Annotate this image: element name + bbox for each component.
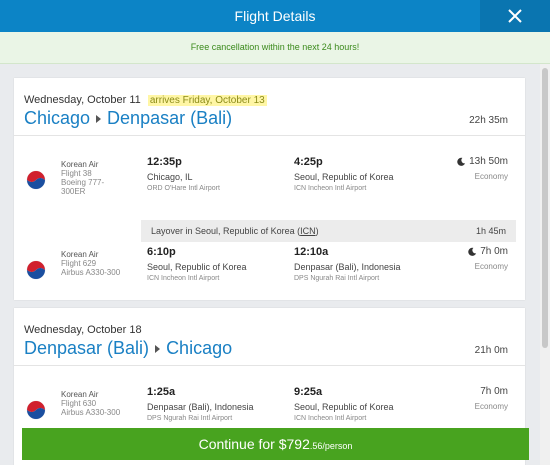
flight-segment: Korean Air Flight 38 Boeing 777-300ER 12…: [14, 150, 525, 210]
departure-info: 1:25a Denpasar (Bali), Indonesia DPS Ngu…: [147, 386, 254, 422]
airline-name: Korean Air: [61, 390, 99, 399]
segment-duration: 7h 0m: [480, 386, 508, 397]
outbound-destination: Denpasar (Bali): [107, 108, 233, 128]
korean-air-logo-icon: [26, 400, 46, 420]
segment-duration-text: 7h 0m: [480, 386, 508, 397]
arrival-city: Seoul, Republic of Korea: [294, 402, 394, 412]
flight-number: Flight 630: [61, 399, 97, 408]
cabin-class: Economy: [474, 262, 508, 271]
return-destination: Chicago: [166, 338, 233, 358]
arrival-airport: ICN Incheon Intl Airport: [294, 185, 367, 192]
segment-duration: 7h 0m: [468, 246, 508, 257]
airline-info: Korean Air Flight 38 Boeing 777-300ER: [61, 160, 119, 196]
continue-price: Continue for $792: [198, 436, 310, 452]
flight-segment: Korean Air Flight 629 Airbus A330-300 6:…: [14, 240, 525, 300]
korean-air-logo-icon: [26, 170, 46, 190]
divider: [14, 135, 525, 136]
outbound-origin: Chicago: [24, 108, 91, 128]
scrollbar-thumb[interactable]: [542, 68, 548, 348]
outbound-date-text: Wednesday, October 11: [24, 94, 141, 106]
layover-duration: 1h 45m: [475, 226, 506, 236]
departure-time: 1:25a: [147, 386, 176, 398]
layover-location: Layover in Seoul, Republic of Korea (: [151, 226, 301, 236]
dialog-header: Flight Details: [0, 0, 550, 32]
arrival-time: 4:25p: [294, 156, 323, 168]
arrival-city: Denpasar (Bali), Indonesia: [294, 262, 401, 272]
moon-icon: [457, 157, 466, 166]
arrival-city: Seoul, Republic of Korea: [294, 172, 394, 182]
airline-info: Korean Air Flight 630 Airbus A330-300: [61, 390, 120, 417]
layover-text: Layover in Seoul, Republic of Korea (ICN…: [151, 226, 319, 236]
return-date: Wednesday, October 18: [24, 324, 142, 336]
divider: [14, 365, 525, 366]
continue-button[interactable]: Continue for $792.56/person: [22, 428, 529, 460]
route-arrow-icon: [155, 344, 161, 353]
aircraft-type: Airbus A330-300: [61, 408, 121, 417]
departure-airport: ICN Incheon Intl Airport: [147, 275, 220, 282]
cancellation-notice-text: Free cancellation within the next 24 hou…: [190, 42, 360, 52]
outbound-route: Chicago Denpasar (Bali): [24, 108, 232, 129]
departure-info: 12:35p Chicago, IL ORD O'Hare Intl Airpo…: [147, 156, 220, 192]
arrival-info: 4:25p Seoul, Republic of Korea ICN Inche…: [294, 156, 394, 192]
airline-info: Korean Air Flight 629 Airbus A330-300: [61, 250, 120, 277]
airline-name: Korean Air: [61, 160, 99, 169]
departure-time: 6:10p: [147, 246, 176, 258]
layover-suffix: ): [315, 226, 319, 236]
return-duration: 21h 0m: [474, 345, 508, 356]
departure-city: Chicago, IL: [147, 172, 193, 182]
arrival-airport: DPS Ngurah Rai Intl Airport: [294, 275, 380, 282]
layover-airport-link[interactable]: ICN: [300, 226, 316, 236]
moon-icon: [468, 247, 477, 256]
departure-airport: ORD O'Hare Intl Airport: [147, 185, 220, 192]
arrival-time: 9:25a: [294, 386, 323, 398]
aircraft-type: Airbus A330-300: [61, 268, 121, 277]
departure-info: 6:10p Seoul, Republic of Korea ICN Inche…: [147, 246, 247, 282]
return-date-text: Wednesday, October 18: [24, 324, 142, 336]
departure-city: Seoul, Republic of Korea: [147, 262, 247, 272]
return-origin: Denpasar (Bali): [24, 338, 150, 358]
continue-button-label: Continue for $792.56/person: [22, 436, 529, 452]
flight-number: Flight 629: [61, 259, 97, 268]
korean-air-logo-icon: [26, 260, 46, 280]
arrival-time: 12:10a: [294, 246, 329, 258]
aircraft-type: Boeing 777-300ER: [61, 178, 105, 196]
arrival-info: 9:25a Seoul, Republic of Korea ICN Inche…: [294, 386, 394, 422]
close-button[interactable]: [480, 0, 550, 32]
layover-bar: Layover in Seoul, Republic of Korea (ICN…: [141, 220, 516, 242]
outbound-duration: 22h 35m: [469, 115, 508, 126]
cancellation-notice: Free cancellation within the next 24 hou…: [0, 32, 550, 64]
flight-details-scroll-area[interactable]: Wednesday, October 11 arrives Friday, Oc…: [0, 64, 540, 465]
scrollbar[interactable]: [540, 64, 550, 465]
cabin-class: Economy: [474, 172, 508, 181]
outbound-card: Wednesday, October 11 arrives Friday, Oc…: [14, 78, 525, 300]
arrives-badge: arrives Friday, October 13: [147, 95, 267, 106]
cabin-class: Economy: [474, 402, 508, 411]
segment-duration-text: 13h 50m: [469, 156, 508, 167]
departure-city: Denpasar (Bali), Indonesia: [147, 402, 254, 412]
arrival-airport: ICN Incheon Intl Airport: [294, 415, 367, 422]
segment-duration: 13h 50m: [457, 156, 508, 167]
segment-duration-text: 7h 0m: [480, 246, 508, 257]
return-route: Denpasar (Bali) Chicago: [24, 338, 232, 359]
outbound-date: Wednesday, October 11 arrives Friday, Oc…: [24, 94, 267, 106]
route-arrow-icon: [96, 114, 102, 123]
dialog-title: Flight Details: [234, 8, 316, 24]
close-icon: [508, 9, 522, 23]
arrival-info: 12:10a Denpasar (Bali), Indonesia DPS Ng…: [294, 246, 401, 282]
flight-number: Flight 38: [61, 169, 92, 178]
departure-time: 12:35p: [147, 156, 182, 168]
continue-price-cents: .56/person: [309, 441, 353, 451]
airline-name: Korean Air: [61, 250, 99, 259]
departure-airport: DPS Ngurah Rai Intl Airport: [147, 415, 233, 422]
